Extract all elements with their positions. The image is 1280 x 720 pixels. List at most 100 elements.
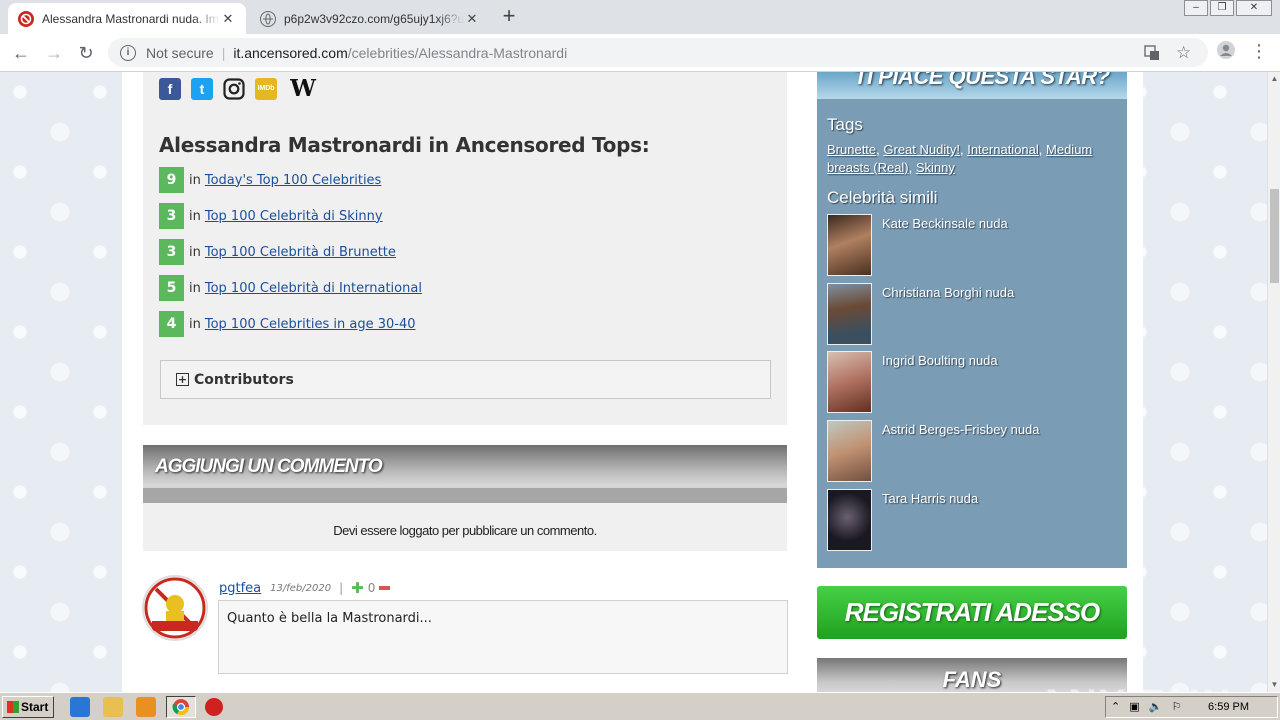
volume-icon[interactable]: 🔈 (1149, 701, 1163, 713)
new-tab-button[interactable]: + (498, 5, 520, 28)
celebrity-thumbnail[interactable] (827, 420, 872, 482)
rank-badge: 4 (159, 311, 184, 337)
address-bar[interactable]: i Not secure | it.ancensored.com/celebri… (108, 38, 1208, 67)
bookmark-star-icon[interactable]: ☆ (1176, 38, 1191, 67)
rank-link[interactable]: Top 100 Celebrità di International (205, 281, 422, 296)
scroll-down-arrow-icon[interactable]: ▼ (1268, 678, 1280, 692)
tray-expand-icon[interactable]: ⌃ (1111, 701, 1120, 713)
comment-header-title: AGGIUNGI UN COMMENTO (155, 456, 383, 477)
tag-link[interactable]: Brunette (827, 142, 876, 157)
rank-row: 9 in Today's Top 100 Celebrities (159, 167, 381, 193)
tags-heading: Tags (827, 115, 863, 134)
start-button[interactable]: Start (2, 696, 54, 718)
rank-link[interactable]: Top 100 Celebrità di Skinny (205, 209, 383, 224)
instagram-icon[interactable] (223, 78, 245, 100)
celebrity-name[interactable]: Ingrid Boulting nuda (882, 353, 998, 413)
celebrity-thumbnail[interactable] (827, 214, 872, 276)
contributors-toggle[interactable]: + Contributors (160, 360, 771, 399)
rank-in-label: in (189, 244, 201, 260)
close-tab-icon[interactable]: ✕ (220, 11, 236, 27)
celebrity-thumbnail[interactable] (827, 283, 872, 345)
restore-icon[interactable]: ❐ (1210, 0, 1234, 16)
celebrity-name[interactable]: Astrid Berges-Frisbey nuda (882, 422, 1040, 482)
reload-icon[interactable]: ↻ (74, 41, 98, 65)
folder-icon[interactable] (103, 697, 123, 717)
celebrity-thumbnail[interactable] (827, 489, 872, 551)
tag-link[interactable]: Great Nudity! (883, 142, 960, 157)
similar-celebrity-item[interactable]: Kate Beckinsale nuda (827, 214, 1008, 276)
start-label: Start (21, 700, 49, 714)
rank-in-label: in (189, 208, 201, 224)
comment-username[interactable]: pgtfea (219, 581, 261, 596)
rank-in-label: in (189, 316, 201, 332)
celebrity-name[interactable]: Kate Beckinsale nuda (882, 216, 1008, 276)
sidebar-header-title: TI PIACE QUESTA STAR? (854, 72, 1110, 89)
chrome-taskbar-button[interactable] (166, 696, 196, 718)
twitter-icon[interactable]: t (191, 78, 213, 100)
rank-in-label: in (189, 280, 201, 296)
register-button[interactable]: REGISTRATI ADESSO (817, 586, 1127, 639)
wikipedia-icon[interactable]: W (287, 77, 319, 100)
rank-link[interactable]: Top 100 Celebrità di Brunette (205, 245, 396, 260)
browser-toolbar: ← → ↻ i Not secure | it.ancensored.com/c… (0, 34, 1280, 72)
windows-logo-icon (7, 701, 19, 713)
security-label: Not secure (146, 44, 214, 61)
stop-sign-icon[interactable] (205, 698, 223, 716)
sidebar-panel: TI PIACE QUESTA STAR? Tags Brunette, Gre… (817, 72, 1127, 568)
internet-explorer-icon[interactable] (70, 697, 90, 717)
rank-row: 3 in Top 100 Celebrità di Skinny (159, 203, 383, 229)
scrollbar-thumb[interactable] (1270, 189, 1279, 283)
contributors-label: Contributors (194, 371, 294, 388)
divider: | (339, 581, 344, 595)
window-controls: – ❐ ✕ (1182, 0, 1272, 18)
menu-kebab-icon[interactable]: ⋮ (1248, 40, 1270, 62)
network-icon[interactable]: ▣ (1129, 701, 1139, 713)
tags-list: Brunette, Great Nudity!, International, … (827, 142, 1093, 175)
rank-link[interactable]: Today's Top 100 Celebrities (205, 173, 381, 188)
similar-celebrity-item[interactable]: Christiana Borghi nuda (827, 283, 1014, 345)
sidebar-header: TI PIACE QUESTA STAR? (817, 72, 1127, 99)
upvote-plus-icon[interactable]: ✚ (351, 579, 364, 597)
facebook-icon[interactable]: f (159, 78, 181, 100)
rank-badge: 3 (159, 239, 184, 265)
rank-row: 4 in Top 100 Celebrities in age 30-40 (159, 311, 416, 337)
url-host: it.ancensored.com (233, 44, 348, 61)
scroll-up-arrow-icon[interactable]: ▲ (1268, 72, 1280, 86)
divider: | (221, 44, 226, 61)
similar-celebrity-item[interactable]: Tara Harris nuda (827, 489, 978, 551)
rank-link[interactable]: Top 100 Celebrities in age 30-40 (205, 317, 416, 332)
info-icon[interactable]: i (120, 44, 136, 61)
rank-in-label: in (189, 172, 201, 188)
downvote-minus-icon[interactable] (379, 586, 391, 590)
tab-active[interactable]: Alessandra Mastronardi nuda. Immagini ✕ (8, 3, 246, 34)
expand-plus-icon: + (176, 373, 189, 386)
celebrity-name[interactable]: Christiana Borghi nuda (882, 285, 1014, 345)
similar-celebrity-item[interactable]: Astrid Berges-Frisbey nuda (827, 420, 1040, 482)
imdb-icon[interactable]: IMDb (255, 78, 277, 100)
close-window-icon[interactable]: ✕ (1236, 0, 1272, 16)
minimize-icon[interactable]: – (1184, 0, 1208, 16)
login-required-message: Devi essere loggato per pubblicare un co… (143, 503, 787, 551)
forward-arrow-icon[interactable]: → (42, 41, 66, 65)
tag-link[interactable]: Skinny (916, 160, 955, 175)
close-tab-icon[interactable]: ✕ (464, 11, 480, 27)
profile-avatar-icon[interactable] (1215, 40, 1237, 62)
rank-badge: 5 (159, 275, 184, 301)
translate-icon[interactable] (1144, 38, 1160, 67)
anyrun-watermark: ANY RUN (1037, 682, 1233, 692)
ancensored-favicon-icon (18, 10, 34, 27)
media-player-icon[interactable] (136, 697, 156, 717)
page-scrollbar[interactable]: ▲ ▼ (1267, 72, 1280, 692)
flag-icon[interactable]: ⚐ (1172, 701, 1182, 713)
system-tray: ⌃ ▣ 🔈 ⚐ 6:59 PM (1105, 696, 1278, 718)
similar-celebrity-item[interactable]: Ingrid Boulting nuda (827, 351, 998, 413)
rank-badge: 9 (159, 167, 184, 193)
tab-second[interactable]: p6p2w3v92czo.com/g65ujy1xj6?uhs ✕ (250, 3, 490, 34)
avatar[interactable] (142, 575, 208, 641)
celebrity-thumbnail[interactable] (827, 351, 872, 413)
back-arrow-icon[interactable]: ← (9, 41, 33, 65)
windows-taskbar: Start ⌃ ▣ 🔈 ⚐ 6:59 PM (0, 692, 1280, 720)
url-path: /celebrities/Alessandra-Mastronardi (347, 44, 568, 61)
celebrity-name[interactable]: Tara Harris nuda (882, 491, 978, 551)
tag-link[interactable]: International (967, 142, 1039, 157)
